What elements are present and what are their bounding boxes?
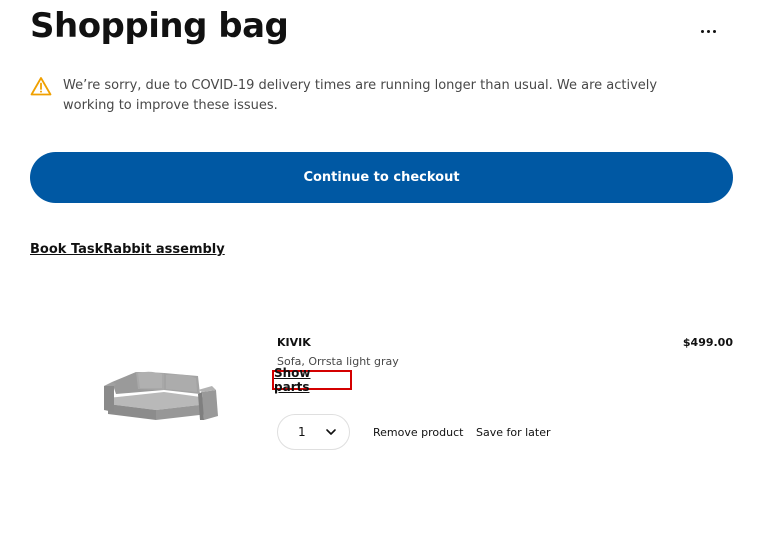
show-parts-link[interactable]: Show parts xyxy=(272,366,352,394)
quantity-value: 1 xyxy=(298,425,306,439)
warning-triangle-icon xyxy=(30,77,52,96)
sofa-image[interactable] xyxy=(98,364,224,426)
quantity-select[interactable]: 1 xyxy=(277,414,350,450)
save-for-later-button[interactable]: Save for later xyxy=(476,426,551,439)
book-taskrabbit-assembly-link[interactable]: Book TaskRabbit assembly xyxy=(30,242,225,257)
chevron-down-icon xyxy=(326,429,336,435)
more-horizontal-icon xyxy=(699,29,717,33)
remove-product-button[interactable]: Remove product xyxy=(373,426,463,439)
show-parts-label: Show parts xyxy=(274,366,311,394)
product-name[interactable]: KIVIK xyxy=(277,336,311,349)
page-title: Shopping bag xyxy=(30,6,289,46)
product-price: $499.00 xyxy=(682,336,733,349)
shopping-bag-page: Shopping bag We’re sorry, due to COVID-1… xyxy=(0,0,768,533)
continue-to-checkout-button[interactable]: Continue to checkout xyxy=(30,152,733,203)
covid-notice: We’re sorry, due to COVID-19 delivery ti… xyxy=(30,76,710,116)
more-options-button[interactable] xyxy=(690,16,726,46)
notice-text: We’re sorry, due to COVID-19 delivery ti… xyxy=(63,78,658,113)
